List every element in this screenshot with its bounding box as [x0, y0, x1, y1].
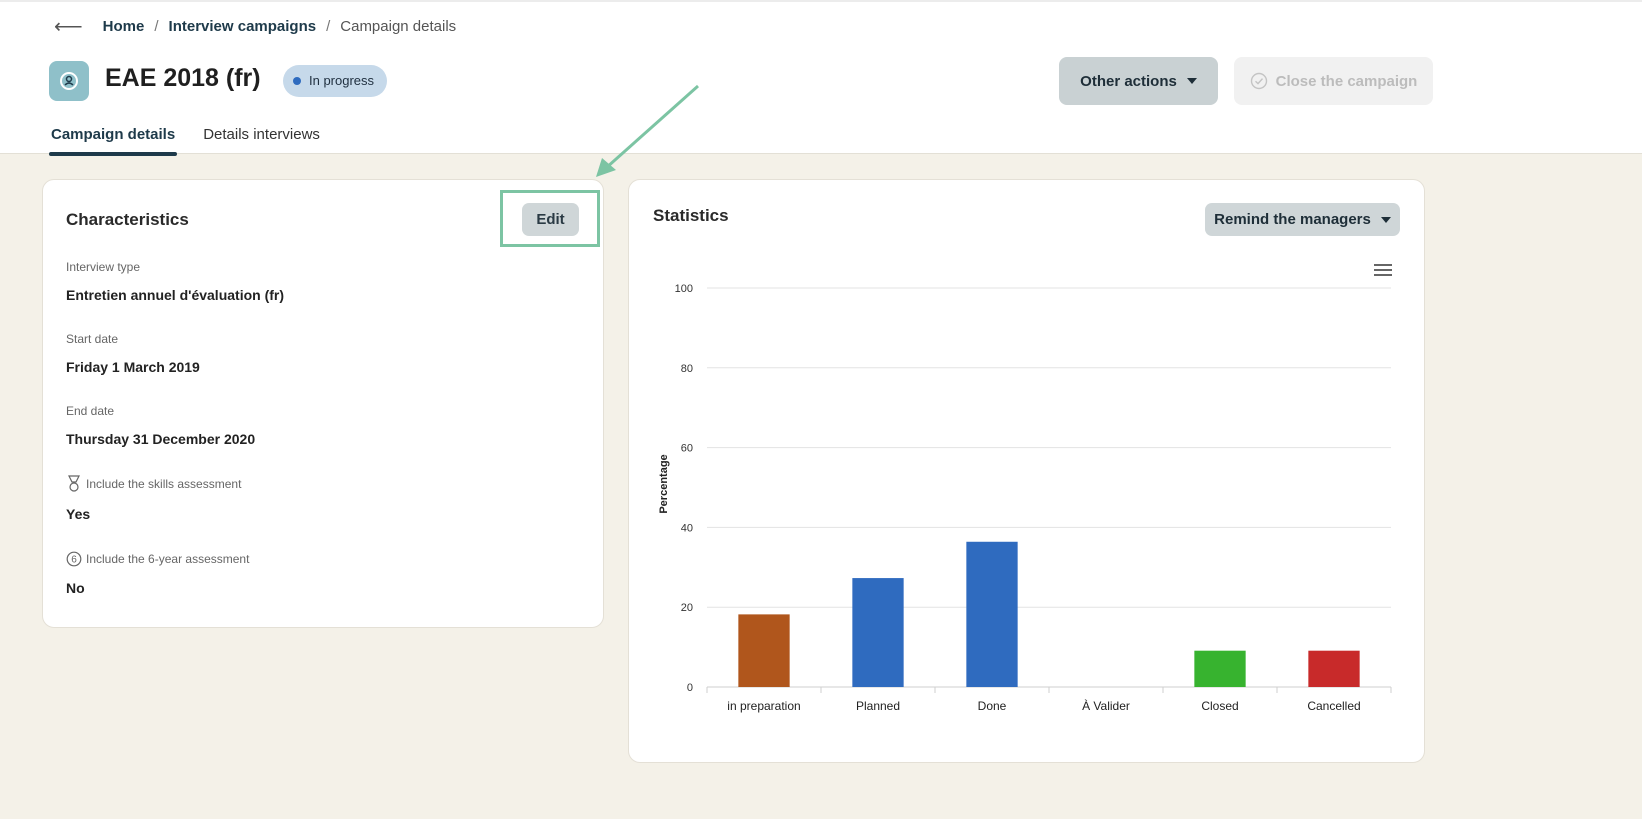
start-date-field: Start date Friday 1 March 2019 — [66, 332, 200, 375]
svg-text:6: 6 — [71, 555, 77, 566]
field-label-text: Include the 6-year assessment — [86, 552, 250, 566]
field-label: Include the skills assessment — [66, 475, 241, 493]
x-tick-label: À Valider — [1082, 698, 1130, 713]
field-label: End date — [66, 404, 115, 418]
check-circle-icon — [1250, 72, 1267, 90]
breadcrumb-home[interactable]: Home — [103, 18, 145, 35]
skills-assessment-field: Include the skills assessment Yes — [66, 475, 241, 522]
interview-type-field: Interview type Entretien annuel d'évalua… — [66, 260, 284, 303]
six-year-assessment-field: 6 Include the 6-year assessment No — [66, 551, 249, 596]
annotation-arrow-icon — [596, 84, 699, 177]
breadcrumb: ⟵ Home / Interview campaigns / Campaign … — [54, 14, 456, 39]
breadcrumb-interview-campaigns[interactable]: Interview campaigns — [169, 18, 317, 35]
x-tick-label: Cancelled — [1307, 699, 1360, 713]
y-tick-label: 0 — [687, 682, 693, 694]
status-dot-icon — [293, 77, 301, 85]
other-actions-label: Other actions — [1080, 72, 1177, 90]
tabs: Campaign details Details interviews — [49, 126, 322, 156]
breadcrumb-separator: / — [154, 18, 159, 35]
six-circle-icon: 6 — [66, 551, 82, 567]
chart-bar[interactable] — [966, 541, 1018, 687]
end-date-field: End date Thursday 31 December 2020 — [66, 404, 255, 447]
chart-bar[interactable] — [852, 578, 904, 687]
top-divider — [0, 0, 1642, 2]
page-header: ⟵ Home / Interview campaigns / Campaign … — [0, 0, 1642, 156]
campaign-icon — [49, 61, 89, 101]
breadcrumb-separator: / — [326, 18, 331, 35]
y-tick-label: 80 — [681, 363, 693, 375]
status-label: In progress — [309, 73, 375, 88]
x-tick-label: Done — [978, 699, 1007, 713]
y-tick-label: 20 — [681, 602, 693, 614]
x-tick-label: Planned — [856, 699, 900, 713]
field-label: Interview type — [66, 260, 141, 274]
field-value: No — [66, 580, 85, 596]
statistics-card: Statistics Remind the managers 0 20 40 60 80… — [628, 179, 1425, 763]
field-label-text: Include the skills assessment — [86, 477, 242, 491]
other-actions-button[interactable]: Other actions — [1059, 57, 1218, 105]
back-arrow-icon[interactable]: ⟵ — [54, 14, 83, 39]
chart-bar[interactable] — [1194, 650, 1246, 687]
close-campaign-label: Close the campaign — [1275, 72, 1418, 90]
y-tick-label: 60 — [681, 443, 693, 455]
chart-bar[interactable] — [738, 614, 790, 687]
y-tick-label: 40 — [681, 522, 693, 534]
x-tick-label: in preparation — [727, 699, 800, 713]
field-label: 6 Include the 6-year assessment — [66, 551, 249, 567]
field-value: Yes — [66, 506, 91, 522]
caret-down-icon — [1186, 78, 1197, 84]
edit-highlight-box — [500, 190, 600, 247]
field-value: Friday 1 March 2019 — [66, 359, 200, 375]
breadcrumb-current: Campaign details — [340, 18, 457, 35]
field-value: Entretien annuel d'évaluation (fr) — [66, 287, 285, 303]
page-title: EAE 2018 (fr) — [105, 64, 261, 92]
close-campaign-button[interactable]: Close the campaign — [1234, 57, 1433, 105]
x-tick-label: Closed — [1201, 699, 1238, 713]
y-axis-label: Percentage — [658, 454, 670, 513]
tab-campaign-details[interactable]: Campaign details — [49, 126, 178, 156]
field-value: Thursday 31 December 2020 — [66, 431, 256, 447]
y-tick-label: 100 — [675, 283, 693, 295]
chart-bar[interactable] — [1308, 650, 1360, 687]
medal-icon — [68, 475, 80, 492]
statistics-chart: 0 20 40 60 80 100 in preparation Planned Done À V… — [658, 283, 1392, 713]
status-badge: In progress — [283, 65, 388, 97]
characteristics-title: Characteristics — [66, 210, 189, 229]
field-label: Start date — [66, 332, 119, 346]
tab-details-interviews[interactable]: Details interviews — [201, 126, 322, 154]
